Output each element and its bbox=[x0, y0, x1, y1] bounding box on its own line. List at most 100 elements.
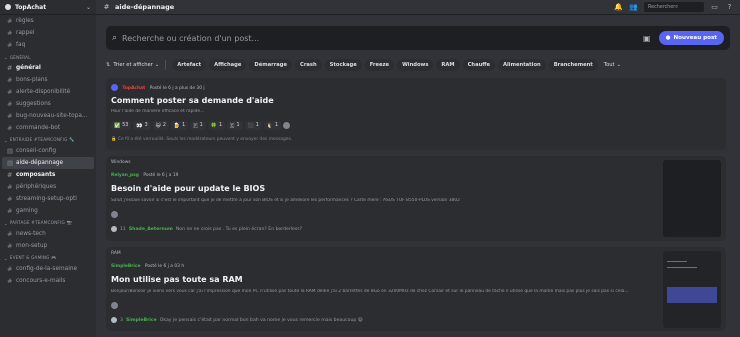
channel-category[interactable]: ⌄ EVENT & GAMING 🎮 bbox=[0, 252, 96, 263]
post-author-line: Relyan_psg Posté le 6 j a 19 bbox=[111, 173, 178, 178]
channel-item[interactable]: # règles bbox=[2, 15, 94, 27]
channel-item[interactable]: ▤ aide-dépannage bbox=[2, 157, 94, 169]
post-card[interactable]: RAM SimpleBrice Posté le 6 j a 03 h Mon … bbox=[106, 247, 726, 331]
post-card-pinned[interactable]: TopAchat Posté le 6 j a plus de 30 j Com… bbox=[106, 78, 726, 150]
channel-label: règles bbox=[16, 18, 34, 24]
channel-item[interactable]: # bug-nouveau-site-topa... bbox=[2, 110, 94, 122]
post-author-line: TopAchat Posté le 6 j a plus de 30 j bbox=[111, 84, 205, 91]
image-upload-icon[interactable]: ▣ bbox=[643, 34, 651, 43]
category-label: EVENT & GAMING 🎮 bbox=[9, 255, 57, 260]
hash-icon: # bbox=[7, 277, 13, 285]
reaction-chip[interactable]: 🐧 1 bbox=[263, 121, 282, 130]
filter-tag[interactable]: RAM bbox=[436, 59, 460, 71]
channel-item[interactable]: # composants bbox=[2, 169, 94, 181]
channel-item[interactable]: # alerte-disponibilité bbox=[2, 86, 94, 98]
post-tag: RAM bbox=[111, 251, 121, 256]
filter-tag[interactable]: Alimentation bbox=[498, 59, 546, 71]
forum-icon: ▤ bbox=[7, 159, 14, 167]
filter-tag[interactable]: Chauffe bbox=[462, 59, 496, 71]
filter-tag[interactable]: Artefact bbox=[172, 59, 207, 71]
all-tags-button[interactable]: Tout ⌄ bbox=[604, 62, 621, 68]
channel-item[interactable]: # suggestions bbox=[2, 98, 94, 110]
hash-icon: # bbox=[7, 17, 13, 25]
members-icon[interactable]: 👥 bbox=[629, 3, 638, 12]
inbox-icon[interactable]: ▭ bbox=[710, 3, 719, 12]
thumbnail-line bbox=[667, 267, 697, 268]
hash-icon: # bbox=[7, 171, 13, 179]
reaction-chip[interactable]: 🍺 1 bbox=[170, 121, 189, 130]
channel-item[interactable]: # gaming bbox=[2, 205, 94, 217]
reaction-chip[interactable]: 😺 2 bbox=[152, 121, 169, 130]
reaction-count: 1 bbox=[199, 123, 203, 128]
reaction-chip[interactable]: 🇨 1 bbox=[227, 121, 243, 130]
reaction-count: 1 bbox=[236, 123, 240, 128]
post-card[interactable]: Windows Relyan_psg Posté le 6 j a 19 Bes… bbox=[106, 156, 726, 241]
channel-item[interactable]: ▤ conseil-config bbox=[2, 145, 94, 157]
add-reaction-icon[interactable] bbox=[111, 302, 118, 309]
new-post-button[interactable]: ● Nouveau post bbox=[658, 31, 724, 45]
reaction-chip[interactable]: 🍀 1 bbox=[207, 121, 226, 130]
hash-icon: # bbox=[7, 41, 13, 49]
post-thumbnail[interactable] bbox=[663, 160, 721, 237]
channel-item[interactable]: # bons-plans bbox=[2, 74, 94, 86]
last-message: 3 SimpleBrice Okay je pensais c'était pa… bbox=[111, 317, 363, 323]
chevron-down-icon: ⌄ bbox=[4, 256, 8, 261]
hash-icon: # bbox=[7, 88, 13, 96]
reply-count: 3 bbox=[120, 317, 123, 323]
post-thumbnail[interactable] bbox=[663, 251, 721, 328]
channel-item[interactable]: # commande-bot bbox=[2, 122, 94, 134]
channel-item[interactable]: # périphériques bbox=[2, 181, 94, 193]
filter-tag[interactable]: Windows bbox=[397, 59, 434, 71]
filter-tag[interactable]: Freeze bbox=[364, 59, 395, 71]
hash-icon: # bbox=[7, 183, 13, 191]
channel-category[interactable]: ⌄ PARTAGE #TEAMCONFIG 📷 bbox=[0, 217, 96, 228]
channel-item[interactable]: # news-tech bbox=[2, 228, 94, 240]
help-icon[interactable]: ? bbox=[725, 3, 734, 12]
channel-label: alerte-disponibilité bbox=[16, 89, 71, 95]
add-reaction-icon[interactable] bbox=[111, 211, 118, 218]
notification-bell-icon[interactable]: 🔔 bbox=[614, 3, 623, 12]
channel-category[interactable]: ⌄ ENTRAIDE #TEAMCONFIG 🔧 bbox=[0, 134, 96, 145]
search-input[interactable]: Rechercher ⌕ bbox=[644, 2, 704, 12]
thumbnail-line bbox=[667, 261, 687, 262]
filter-tag[interactable]: Affichage bbox=[209, 59, 247, 71]
post-title: Comment poster sa demande d'aide bbox=[111, 96, 274, 105]
filter-tag[interactable]: Stockage bbox=[324, 59, 362, 71]
chevron-down-icon: ⌄ bbox=[154, 62, 160, 68]
reaction-chip[interactable]: 🇫 1 bbox=[190, 121, 206, 130]
search-icon: ⌕ bbox=[675, 3, 679, 10]
channel-label: gaming bbox=[16, 208, 38, 214]
channel-title: aide-dépannage bbox=[115, 3, 175, 11]
hash-icon: # bbox=[7, 112, 13, 120]
reaction-chip[interactable]: ⬛ 1 bbox=[244, 121, 262, 130]
sort-button[interactable]: ⇅ Trier et afficher ⌄ bbox=[106, 62, 159, 68]
filter-tag[interactable]: Démarrage bbox=[249, 59, 293, 71]
channel-item[interactable]: # mon-setup bbox=[2, 240, 94, 252]
filter-tag[interactable]: Branchement bbox=[548, 59, 598, 71]
post-search-composer[interactable]: ⌕ Recherche ou création d'un post... ▣ ●… bbox=[106, 26, 730, 50]
channel-item[interactable]: # config-de-la-semaine bbox=[2, 263, 94, 275]
chat-bubble-icon: ● bbox=[665, 35, 671, 41]
channel-item[interactable]: # rappel bbox=[2, 27, 94, 39]
filter-tag[interactable]: Crash bbox=[295, 59, 322, 71]
channel-item[interactable]: # faq bbox=[2, 39, 94, 51]
server-header[interactable]: TopAchat ⌄ bbox=[0, 0, 96, 15]
reaction-chip[interactable]: ✅ 53 bbox=[111, 121, 132, 130]
channel-category[interactable]: ⌄ GÉNÉRAL bbox=[0, 51, 96, 62]
reaction-emoji: 🇨 bbox=[230, 122, 235, 129]
hash-icon: # bbox=[7, 207, 13, 215]
reactions-row bbox=[111, 302, 118, 309]
channel-topbar: # aide-dépannage 🔔 👥 Rechercher ⌕ ▭ ? bbox=[96, 0, 740, 15]
post-author: SimpleBrice bbox=[111, 264, 141, 269]
channel-label: config-de-la-semaine bbox=[16, 266, 78, 272]
add-reaction-icon[interactable] bbox=[283, 122, 291, 129]
hash-icon: # bbox=[7, 29, 13, 37]
channel-item[interactable]: # concours-e-mails bbox=[2, 275, 94, 287]
reaction-chip[interactable]: 👀 3 bbox=[133, 121, 151, 130]
post-author: TopAchat bbox=[122, 86, 146, 91]
channel-item[interactable]: # streaming-setup-opti bbox=[2, 193, 94, 205]
channel-item[interactable]: # général bbox=[2, 62, 94, 74]
channel-label: streaming-setup-opti bbox=[16, 196, 77, 202]
reaction-count: 1 bbox=[275, 123, 279, 128]
post-tag: Windows bbox=[111, 160, 131, 165]
